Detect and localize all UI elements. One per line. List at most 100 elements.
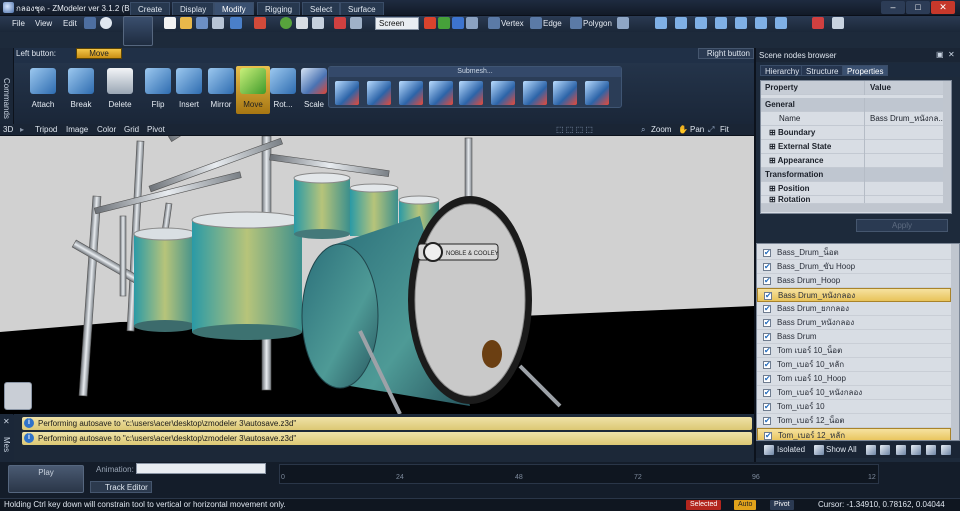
viewport-color[interactable]: Color	[97, 125, 116, 135]
save-icon[interactable]	[196, 17, 208, 29]
filter-5-icon[interactable]	[926, 445, 936, 455]
filter-4-icon[interactable]	[911, 445, 921, 455]
checkbox-icon[interactable]	[764, 429, 772, 440]
view-3d-label[interactable]: 3D	[3, 125, 13, 135]
node-item[interactable]: Tom_เบอร์ 10	[757, 400, 951, 414]
submesh-tool-5-icon[interactable]	[459, 81, 483, 105]
horizontal-scrollbar[interactable]	[761, 204, 943, 212]
submesh-tool-3-icon[interactable]	[399, 81, 423, 105]
record-icon[interactable]	[334, 17, 346, 29]
vertex-mode-icon[interactable]	[488, 17, 500, 29]
prop-row-appearance[interactable]: ⊞ Appearance	[761, 154, 951, 168]
checkbox-icon[interactable]	[763, 414, 771, 428]
submesh-tool-6-icon[interactable]	[491, 81, 515, 105]
car-icon[interactable]	[812, 17, 824, 29]
select-invert-icon[interactable]	[715, 17, 727, 29]
checkbox-icon[interactable]	[763, 358, 771, 372]
prop-row-transformation[interactable]: Transformation	[761, 168, 951, 182]
apply-button[interactable]: Apply	[856, 219, 948, 232]
pin-icon[interactable]: ▣	[936, 50, 944, 59]
tab-rigging[interactable]: Rigging	[257, 2, 301, 15]
node-item[interactable]: Tom_เบอร์ 10_หนังกลอง	[757, 386, 951, 400]
object-mode-icon[interactable]	[617, 17, 629, 29]
vertical-scrollbar[interactable]	[943, 81, 951, 212]
import-icon[interactable]	[212, 17, 224, 29]
isolated-button[interactable]: Isolated	[777, 445, 805, 454]
3d-viewport[interactable]: NOBLE & COOLEY	[0, 136, 754, 414]
insert-button[interactable]: Insert	[172, 66, 206, 114]
node-item[interactable]: Tom เบอร์ 10_น็อต	[757, 344, 951, 358]
node-item-selected[interactable]: Bass Drum_หนังกลอง	[757, 288, 951, 303]
prop-row-position[interactable]: ⊞ Position	[761, 182, 951, 196]
commands-label[interactable]: Commands	[2, 78, 11, 119]
break-button[interactable]: Break	[64, 66, 98, 114]
hide-icon[interactable]	[755, 17, 767, 29]
scale-button[interactable]: Scale	[297, 66, 331, 114]
right-button-label[interactable]: Right button	[698, 48, 754, 59]
move-button[interactable]: Move	[236, 66, 270, 114]
node-item[interactable]: Tom_เบอร์ 10_หลัก	[757, 358, 951, 372]
tab-display[interactable]: Display	[172, 2, 215, 15]
node-item[interactable]: Bass Drum	[757, 330, 951, 344]
prop-row-name[interactable]: Name Bass Drum_หนังกล...	[761, 112, 951, 126]
prop-row-general[interactable]: General	[761, 98, 951, 112]
rotate-button[interactable]: Rot...	[266, 66, 300, 114]
prop-row-rotation[interactable]: ⊞ Rotation	[761, 196, 951, 204]
delete-button[interactable]: Delete	[103, 66, 137, 114]
open-folder-icon[interactable]	[180, 17, 192, 29]
pan-button[interactable]: Pan	[690, 125, 704, 135]
filter-6-icon[interactable]	[941, 445, 951, 455]
dropdown-icon[interactable]	[84, 17, 96, 29]
checkbox-icon[interactable]	[763, 302, 771, 316]
screen-select[interactable]: Screen	[375, 17, 419, 30]
prop-value[interactable]: Bass Drum_หนังกล...	[867, 112, 951, 126]
menu-view[interactable]: View	[35, 19, 52, 28]
node-item[interactable]: Bass Drum_หนังกลอง	[757, 316, 951, 330]
tab-structure[interactable]: Structure	[801, 65, 844, 76]
filter-1-icon[interactable]	[866, 445, 876, 455]
polygon-mode-icon[interactable]	[570, 17, 582, 29]
help-icon[interactable]	[100, 17, 112, 29]
show-all-button[interactable]: Show All	[826, 445, 857, 454]
undo-arrow-icon[interactable]	[123, 16, 153, 46]
flip-button[interactable]: Flip	[141, 66, 175, 114]
vertex-mode[interactable]: Vertex	[501, 17, 524, 31]
checkbox-icon[interactable]	[763, 344, 771, 358]
viewport-pivot[interactable]: Pivot	[147, 125, 165, 135]
axis-z-icon[interactable]	[452, 17, 464, 29]
select-lasso-icon[interactable]	[675, 17, 687, 29]
submesh-tool-7-icon[interactable]	[523, 81, 547, 105]
filter-3-icon[interactable]	[896, 445, 906, 455]
submesh-tool-2-icon[interactable]	[367, 81, 391, 105]
checkbox-icon[interactable]	[763, 400, 771, 414]
new-file-icon[interactable]	[164, 17, 176, 29]
menu-file[interactable]: File	[12, 19, 25, 28]
attach-button[interactable]: Attach	[26, 66, 60, 114]
node-item[interactable]: Tom เบอร์ 10_Hoop	[757, 372, 951, 386]
node-item-selected[interactable]: Tom_เบอร์ 12_หลัก	[757, 428, 951, 440]
cube-icon[interactable]	[296, 17, 308, 29]
select-none-icon[interactable]	[735, 17, 747, 29]
tab-hierarchy[interactable]: Hierarchy	[760, 65, 805, 76]
tab-surface[interactable]: Surface	[340, 2, 384, 15]
auto-badge[interactable]: Auto	[734, 500, 757, 510]
checkbox-icon[interactable]	[763, 274, 771, 288]
tool-icon[interactable]	[254, 17, 266, 29]
display-icon[interactable]	[350, 17, 362, 29]
node-list-scrollbar[interactable]	[951, 244, 959, 440]
play-button[interactable]: Play	[8, 465, 84, 493]
select-all-icon[interactable]	[695, 17, 707, 29]
checkbox-icon[interactable]	[764, 289, 772, 303]
polygon-mode[interactable]: Polygon	[583, 17, 612, 31]
messages-label[interactable]: Mes	[2, 437, 11, 452]
close-icon[interactable]: ✕	[931, 1, 955, 14]
track-editor-button[interactable]: Track Editor	[90, 481, 152, 493]
edge-mode-icon[interactable]	[530, 17, 542, 29]
filter-2-icon[interactable]	[880, 445, 890, 455]
checkbox-icon[interactable]	[763, 260, 771, 274]
prop-row-boundary[interactable]: ⊞ Boundary	[761, 126, 951, 140]
edge-mode[interactable]: Edge	[543, 17, 562, 31]
minimize-icon[interactable]: –	[881, 1, 905, 14]
viewport-tools-icon[interactable]: ⬚ ⬚ ⬚ ⬚	[556, 125, 593, 135]
rotate-view-icon[interactable]	[312, 17, 324, 29]
